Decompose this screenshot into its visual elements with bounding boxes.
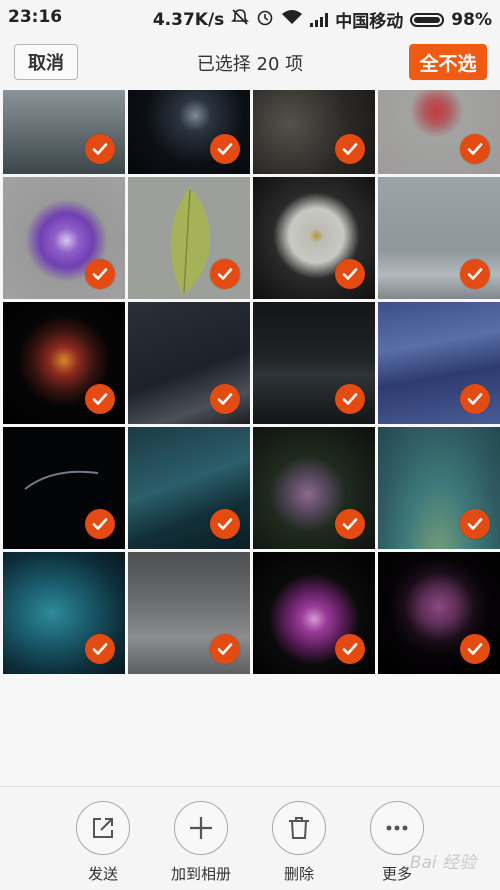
- alarm-icon: [256, 8, 274, 31]
- photo-tile-dark-dunes[interactable]: [253, 302, 375, 424]
- status-icons: 4.37K/s 中国移动 98%: [153, 7, 492, 32]
- watermark: Bai 经验: [409, 853, 476, 873]
- selected-check-icon[interactable]: [210, 509, 240, 539]
- photo-tile-teal-wave[interactable]: [128, 427, 250, 549]
- photo-tile-spiral-galaxy[interactable]: [128, 90, 250, 174]
- photo-tile-milky-way-mountain[interactable]: [128, 302, 250, 424]
- share-icon[interactable]: [76, 801, 130, 855]
- send-button[interactable]: 发送: [53, 801, 153, 884]
- battery-level: 98%: [451, 9, 492, 30]
- selected-check-icon[interactable]: [460, 259, 490, 289]
- delete-label: 删除: [283, 865, 314, 883]
- photo-tile-red-firework-flower[interactable]: [3, 302, 125, 424]
- selected-check-icon[interactable]: [85, 509, 115, 539]
- selected-check-icon[interactable]: [210, 259, 240, 289]
- deselect-all-button[interactable]: 全不选: [409, 44, 487, 80]
- selected-check-icon[interactable]: [85, 384, 115, 414]
- photo-tile-purple-dahlia[interactable]: [3, 177, 125, 299]
- more-icon[interactable]: [370, 801, 424, 855]
- photo-tile-purple-ball-flower[interactable]: [378, 552, 500, 674]
- selected-check-icon[interactable]: [210, 634, 240, 664]
- selected-check-icon[interactable]: [85, 134, 115, 164]
- plus-icon[interactable]: [174, 801, 228, 855]
- battery-icon: [410, 12, 445, 27]
- trash-icon[interactable]: [272, 801, 326, 855]
- photo-tile-purple-dahlia-dark[interactable]: [253, 552, 375, 674]
- selected-check-icon[interactable]: [460, 134, 490, 164]
- photo-tile-green-petals[interactable]: [378, 427, 500, 549]
- photo-tile-red-flower[interactable]: [378, 90, 500, 174]
- status-time: 23:16: [8, 7, 63, 27]
- photo-tile-blue-waves[interactable]: [378, 302, 500, 424]
- photo-tile-green-leaf[interactable]: [128, 177, 250, 299]
- carrier-name: 中国移动: [335, 12, 404, 32]
- photo-grid: [3, 90, 500, 674]
- selected-check-icon[interactable]: [335, 509, 365, 539]
- signal-icon: [310, 12, 329, 27]
- selected-check-icon[interactable]: [85, 259, 115, 289]
- selected-check-icon[interactable]: [460, 634, 490, 664]
- selected-check-icon[interactable]: [335, 384, 365, 414]
- photo-tile-foggy-water[interactable]: [3, 90, 125, 174]
- photo-tile-snowy-mountain[interactable]: [378, 177, 500, 299]
- delete-button[interactable]: 删除: [249, 801, 349, 884]
- photo-tile-blue-nebula[interactable]: [3, 552, 125, 674]
- status-bar: 23:16 4.37K/s 中国移动 98%: [0, 0, 500, 36]
- selected-check-icon[interactable]: [335, 259, 365, 289]
- add-to-album-label: 加到相册: [170, 865, 231, 883]
- network-speed: 4.37K/s: [152, 9, 225, 30]
- photo-tile-snowy-forest[interactable]: [128, 552, 250, 674]
- photo-tile-flower-bouquet[interactable]: [253, 427, 375, 549]
- selected-check-icon[interactable]: [210, 384, 240, 414]
- photo-tile-planet-horizon[interactable]: [3, 427, 125, 549]
- selected-check-icon[interactable]: [335, 134, 365, 164]
- selected-check-icon[interactable]: [335, 634, 365, 664]
- send-label: 发送: [87, 865, 118, 883]
- selected-check-icon[interactable]: [460, 384, 490, 414]
- action-bar: 发送 加到相册 删除 更多: [0, 786, 500, 890]
- selected-check-icon[interactable]: [460, 509, 490, 539]
- selection-header: 取消 已选择 20 项 全不选: [0, 36, 500, 90]
- photo-tile-moon-surface[interactable]: [253, 90, 375, 174]
- wifi-icon: [281, 9, 303, 30]
- add-to-album-button[interactable]: 加到相册: [151, 801, 251, 884]
- selected-check-icon[interactable]: [210, 134, 240, 164]
- selected-check-icon[interactable]: [85, 634, 115, 664]
- photo-tile-white-dahlia[interactable]: [253, 177, 375, 299]
- mute-icon: [231, 8, 250, 31]
